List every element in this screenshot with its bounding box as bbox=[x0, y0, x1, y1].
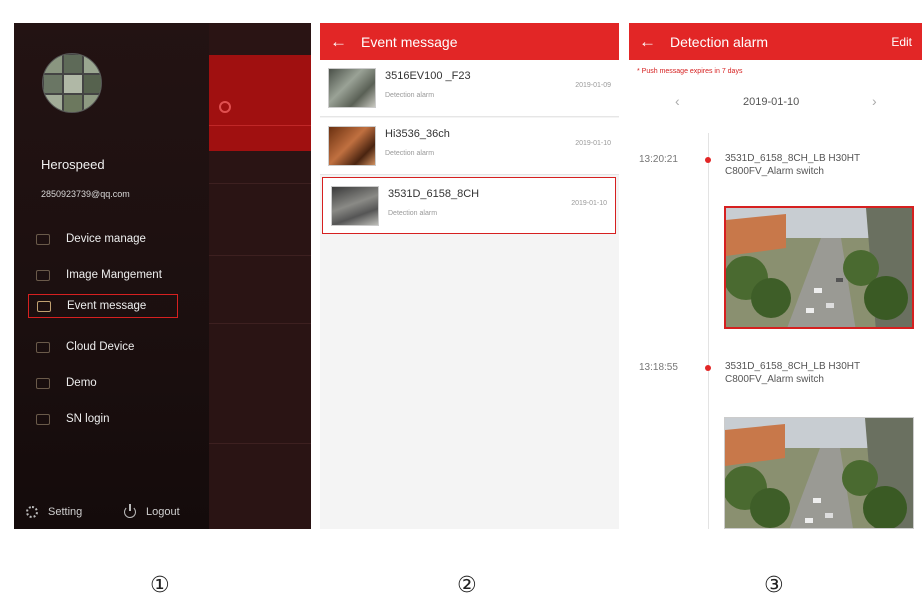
back-arrow-icon[interactable]: ← bbox=[639, 32, 656, 52]
menu-item-image-management[interactable]: Image Mangement bbox=[36, 263, 162, 287]
menu-item-event-message[interactable]: Event message bbox=[28, 294, 178, 318]
menu-item-label: Device manage bbox=[66, 233, 146, 245]
background-header bbox=[209, 55, 311, 151]
alarm-time: 13:20:21 bbox=[639, 154, 678, 165]
app-header: ← Detection alarm Edit bbox=[629, 23, 922, 60]
alarm-snapshot[interactable] bbox=[724, 417, 914, 529]
current-date: 2019-01-10 bbox=[743, 96, 800, 108]
grid-icon bbox=[36, 377, 50, 389]
edit-button[interactable]: Edit bbox=[891, 35, 912, 49]
step-label-2: ② bbox=[457, 573, 477, 598]
menu-item-device-manage[interactable]: Device manage bbox=[36, 227, 146, 251]
menu-item-label: SN login bbox=[66, 413, 110, 425]
image-icon bbox=[36, 269, 50, 281]
menu-item-label: Demo bbox=[66, 377, 97, 389]
street-camera-snapshot bbox=[726, 208, 912, 327]
step-label-1: ① bbox=[150, 573, 170, 598]
expiry-notice: * Push message expires in 7 days bbox=[637, 68, 743, 75]
menu-item-label: Image Mangement bbox=[66, 269, 162, 281]
back-arrow-icon[interactable]: ← bbox=[330, 32, 347, 52]
event-type: Detection alarm bbox=[385, 92, 435, 99]
logout-button[interactable]: Logout bbox=[124, 504, 180, 518]
timeline-dot bbox=[705, 365, 711, 371]
side-drawer-screen: Herospeed 2850923739@qq.com Device manag… bbox=[14, 23, 311, 529]
event-thumbnail bbox=[331, 186, 379, 226]
device-name: 3516EV100 _F23 bbox=[385, 70, 471, 82]
event-type: Detection alarm bbox=[385, 150, 435, 157]
navigation-drawer: Herospeed 2850923739@qq.com Device manag… bbox=[14, 23, 209, 529]
step-label-3: ③ bbox=[764, 573, 784, 598]
app-header: ← Event message bbox=[320, 23, 619, 60]
cloud-folder-icon bbox=[36, 341, 50, 353]
alarm-description: 3531D_6158_8CH_LB H30HTC800FV_Alarm swit… bbox=[725, 153, 861, 177]
chevron-left-icon[interactable]: ‹ bbox=[675, 93, 680, 109]
menu-item-sn-login[interactable]: SN login bbox=[36, 407, 109, 431]
alarm-snapshot[interactable] bbox=[724, 206, 914, 329]
street-camera-snapshot bbox=[725, 418, 913, 528]
user-name: Herospeed bbox=[41, 157, 105, 172]
device-name: 3531D_6158_8CH bbox=[388, 188, 480, 200]
page-title: Detection alarm bbox=[670, 33, 769, 50]
avatar[interactable] bbox=[42, 53, 102, 113]
event-list-item-selected[interactable]: 3531D_6158_8CH Detection alarm 2019-01-1… bbox=[322, 177, 616, 234]
gear-icon bbox=[26, 506, 38, 518]
event-date: 2019-01-09 bbox=[575, 82, 611, 89]
event-thumbnail bbox=[328, 126, 376, 166]
menu-item-cloud-device[interactable]: Cloud Device bbox=[36, 335, 134, 359]
chevron-right-icon[interactable]: › bbox=[872, 93, 877, 109]
folder-icon bbox=[36, 233, 50, 245]
power-icon bbox=[124, 504, 136, 518]
timeline-dot bbox=[705, 157, 711, 163]
device-name: Hi3536_36ch bbox=[385, 128, 450, 140]
alarm-description: 3531D_6158_8CH_LB H30HTC800FV_Alarm swit… bbox=[725, 361, 861, 385]
event-list-item[interactable]: 3516EV100 _F23 Detection alarm 2019-01-0… bbox=[320, 60, 619, 117]
menu-item-demo[interactable]: Demo bbox=[36, 371, 97, 395]
background-main-screen bbox=[209, 23, 311, 529]
event-type: Detection alarm bbox=[388, 210, 438, 217]
sn-icon bbox=[36, 413, 50, 425]
detection-alarm-screen: ← Detection alarm Edit * Push message ex… bbox=[629, 23, 922, 529]
date-navigator: ‹ 2019-01-10 › bbox=[629, 91, 922, 113]
search-icon bbox=[219, 101, 231, 113]
event-thumbnail bbox=[328, 68, 376, 108]
event-date: 2019-01-10 bbox=[575, 140, 611, 147]
menu-item-label: Cloud Device bbox=[66, 341, 135, 353]
event-list-item[interactable]: Hi3536_36ch Detection alarm 2019-01-10 bbox=[320, 118, 619, 175]
menu-item-label: Event message bbox=[67, 300, 147, 312]
alarm-time: 13:18:55 bbox=[639, 362, 678, 373]
setting-button[interactable]: Setting bbox=[26, 506, 82, 518]
event-message-screen: ← Event message 3516EV100 _F23 Detection… bbox=[320, 23, 619, 529]
envelope-icon bbox=[37, 300, 51, 312]
page-title: Event message bbox=[361, 33, 458, 50]
user-email: 2850923739@qq.com bbox=[41, 189, 130, 199]
event-date: 2019-01-10 bbox=[571, 200, 607, 207]
timeline-line bbox=[708, 133, 709, 529]
